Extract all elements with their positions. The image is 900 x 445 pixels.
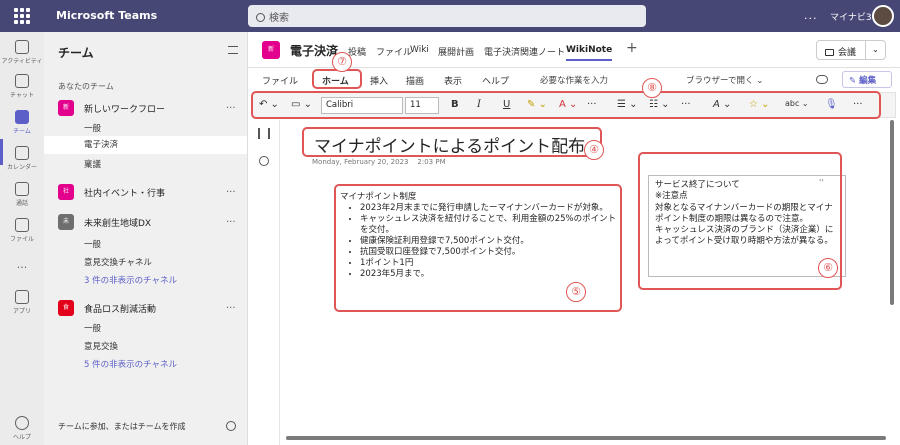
avatar[interactable] — [872, 5, 894, 27]
page-date: Monday, February 20, 2023 — [312, 158, 409, 166]
calendar-icon — [15, 146, 29, 160]
search-icon — [256, 13, 265, 22]
phone-icon — [15, 182, 29, 196]
team-item[interactable]: 社 社内イベント・行事 ... — [58, 182, 244, 202]
team-more-button[interactable]: ... — [226, 100, 236, 111]
rail-more[interactable]: ... — [0, 258, 44, 271]
tab-wikinote[interactable]: WikiNote — [566, 45, 613, 61]
rail-help[interactable]: ヘルプ — [0, 416, 44, 441]
team-item[interactable]: 新 新しいワークフロー ... — [58, 98, 244, 118]
channel-item[interactable]: 意見交換チャネル — [84, 256, 244, 268]
team-avatar: 新 — [58, 100, 74, 116]
open-in-browser-button[interactable]: ブラウザーで開く ⌄ — [686, 74, 763, 86]
filter-icon[interactable] — [228, 46, 238, 54]
search-placeholder: 検索 — [269, 13, 289, 24]
team-avatar: 食 — [58, 300, 74, 316]
teams-panel: チーム あなたのチーム 新 新しいワークフロー ... 一般 電子決済 稟議 社… — [44, 32, 248, 445]
rail-calls[interactable]: 通話 — [0, 182, 44, 207]
cloud-icon — [816, 75, 828, 84]
team-name: 新しいワークフロー — [84, 105, 166, 115]
rail-files[interactable]: ファイル — [0, 218, 44, 243]
team-item[interactable]: 未 未来創生地域DX ... — [58, 212, 244, 232]
more-icon: ... — [16, 258, 28, 271]
channel-item[interactable]: 一般 — [84, 122, 244, 134]
team-avatar: 未 — [58, 214, 74, 230]
app-launcher-icon[interactable] — [14, 8, 30, 24]
notebook-side-panel — [248, 120, 280, 445]
annotation-toolbar-highlight — [251, 91, 881, 119]
tab-files[interactable]: ファイル — [376, 45, 412, 58]
app-rail: アクティビティ チャット チーム カレンダー 通話 ファイル ... アプリ ヘ… — [0, 32, 44, 445]
team-name: 未来創生地域DX — [84, 219, 152, 229]
settings-more-button[interactable]: ... — [804, 9, 818, 22]
file-icon — [15, 218, 29, 232]
team-item[interactable]: 食 食品ロス削減活動 ... — [58, 298, 244, 318]
annotation-number-7: ⑦ — [332, 52, 352, 72]
annotation-number-6: ⑥ — [818, 258, 838, 278]
rail-teams[interactable]: チーム — [0, 110, 44, 135]
channel-item[interactable]: 一般 — [84, 322, 244, 334]
team-name: 食品ロス削減活動 — [84, 305, 157, 315]
channel-item[interactable]: 稟議 — [84, 158, 244, 170]
title-bar: Microsoft Teams 検索 ... マイナビ365 — [0, 0, 900, 32]
add-tab-button[interactable]: + — [626, 40, 638, 56]
page-timestamp: Monday, February 20, 2023 2:03 PM — [312, 158, 446, 166]
vertical-scrollbar[interactable] — [890, 120, 894, 305]
help-icon — [15, 416, 29, 430]
channel-name: 電子決済 — [290, 44, 339, 58]
ribbon-tab-file[interactable]: ファイル — [262, 74, 298, 87]
annotation-caution-block-highlight — [638, 152, 842, 290]
tab-rollout-plan[interactable]: 展開計画 — [438, 45, 474, 58]
channel-team-icon: 新 — [262, 41, 280, 59]
team-more-button[interactable]: ... — [226, 214, 236, 225]
channel-item[interactable]: 一般 — [84, 238, 244, 250]
ribbon-tab-draw[interactable]: 描画 — [406, 74, 424, 87]
annotation-number-5: ⑤ — [566, 282, 586, 302]
ribbon-tab-help[interactable]: ヘルプ — [482, 74, 509, 87]
team-more-button[interactable]: ... — [226, 300, 236, 311]
rail-chat[interactable]: チャット — [0, 74, 44, 99]
search-icon[interactable] — [259, 156, 269, 166]
camera-icon — [825, 49, 834, 56]
teams-icon — [15, 110, 29, 124]
meet-button[interactable]: 会議 ⌄ — [816, 40, 886, 60]
team-avatar: 社 — [58, 184, 74, 200]
notebooks-icon[interactable] — [258, 128, 270, 139]
tell-me-search[interactable]: 必要な作業を入力 — [540, 74, 608, 86]
annotation-title-highlight — [302, 127, 602, 157]
rail-apps[interactable]: アプリ — [0, 290, 44, 315]
channel-item[interactable]: 意見交換 — [84, 340, 244, 352]
bell-icon — [15, 40, 29, 54]
hidden-channels-link[interactable]: 3 件の非表示のチャネル — [84, 274, 244, 286]
annotation-number-8: ⑧ — [642, 78, 662, 98]
tab-posts[interactable]: 投稿 — [348, 45, 366, 58]
team-more-button[interactable]: ... — [226, 184, 236, 195]
your-teams-label: あなたのチーム — [58, 82, 114, 91]
tab-wiki[interactable]: Wiki — [410, 45, 429, 55]
search-input[interactable]: 検索 — [248, 5, 646, 27]
annotation-number-4: ④ — [584, 140, 604, 160]
edit-mode-button[interactable]: ✎ 編集 ⌄ — [842, 71, 892, 96]
app-title: Microsoft Teams — [56, 9, 158, 22]
tab-payment-notes[interactable]: 電子決済関連ノート — [484, 45, 565, 58]
gear-icon[interactable] — [226, 421, 236, 431]
page-time: 2:03 PM — [417, 158, 446, 166]
join-create-team-button[interactable]: チームに参加、またはチームを作成 — [58, 421, 186, 432]
annotation-home-tab-highlight — [312, 69, 362, 89]
team-name: 社内イベント・行事 — [84, 189, 166, 199]
ribbon-tab-view[interactable]: 表示 — [444, 74, 462, 87]
chat-icon — [15, 74, 29, 88]
hidden-channels-link[interactable]: 5 件の非表示のチャネル — [84, 358, 244, 370]
channel-item-selected[interactable]: 電子決済 — [44, 136, 247, 154]
ribbon-tab-insert[interactable]: 挿入 — [370, 74, 388, 87]
teams-panel-title: チーム — [58, 46, 94, 60]
rail-activity[interactable]: アクティビティ — [0, 40, 44, 65]
apps-icon — [15, 290, 29, 304]
horizontal-scrollbar[interactable] — [286, 436, 886, 440]
chevron-down-icon[interactable]: ⌄ — [865, 41, 885, 59]
rail-calendar[interactable]: カレンダー — [0, 146, 44, 171]
